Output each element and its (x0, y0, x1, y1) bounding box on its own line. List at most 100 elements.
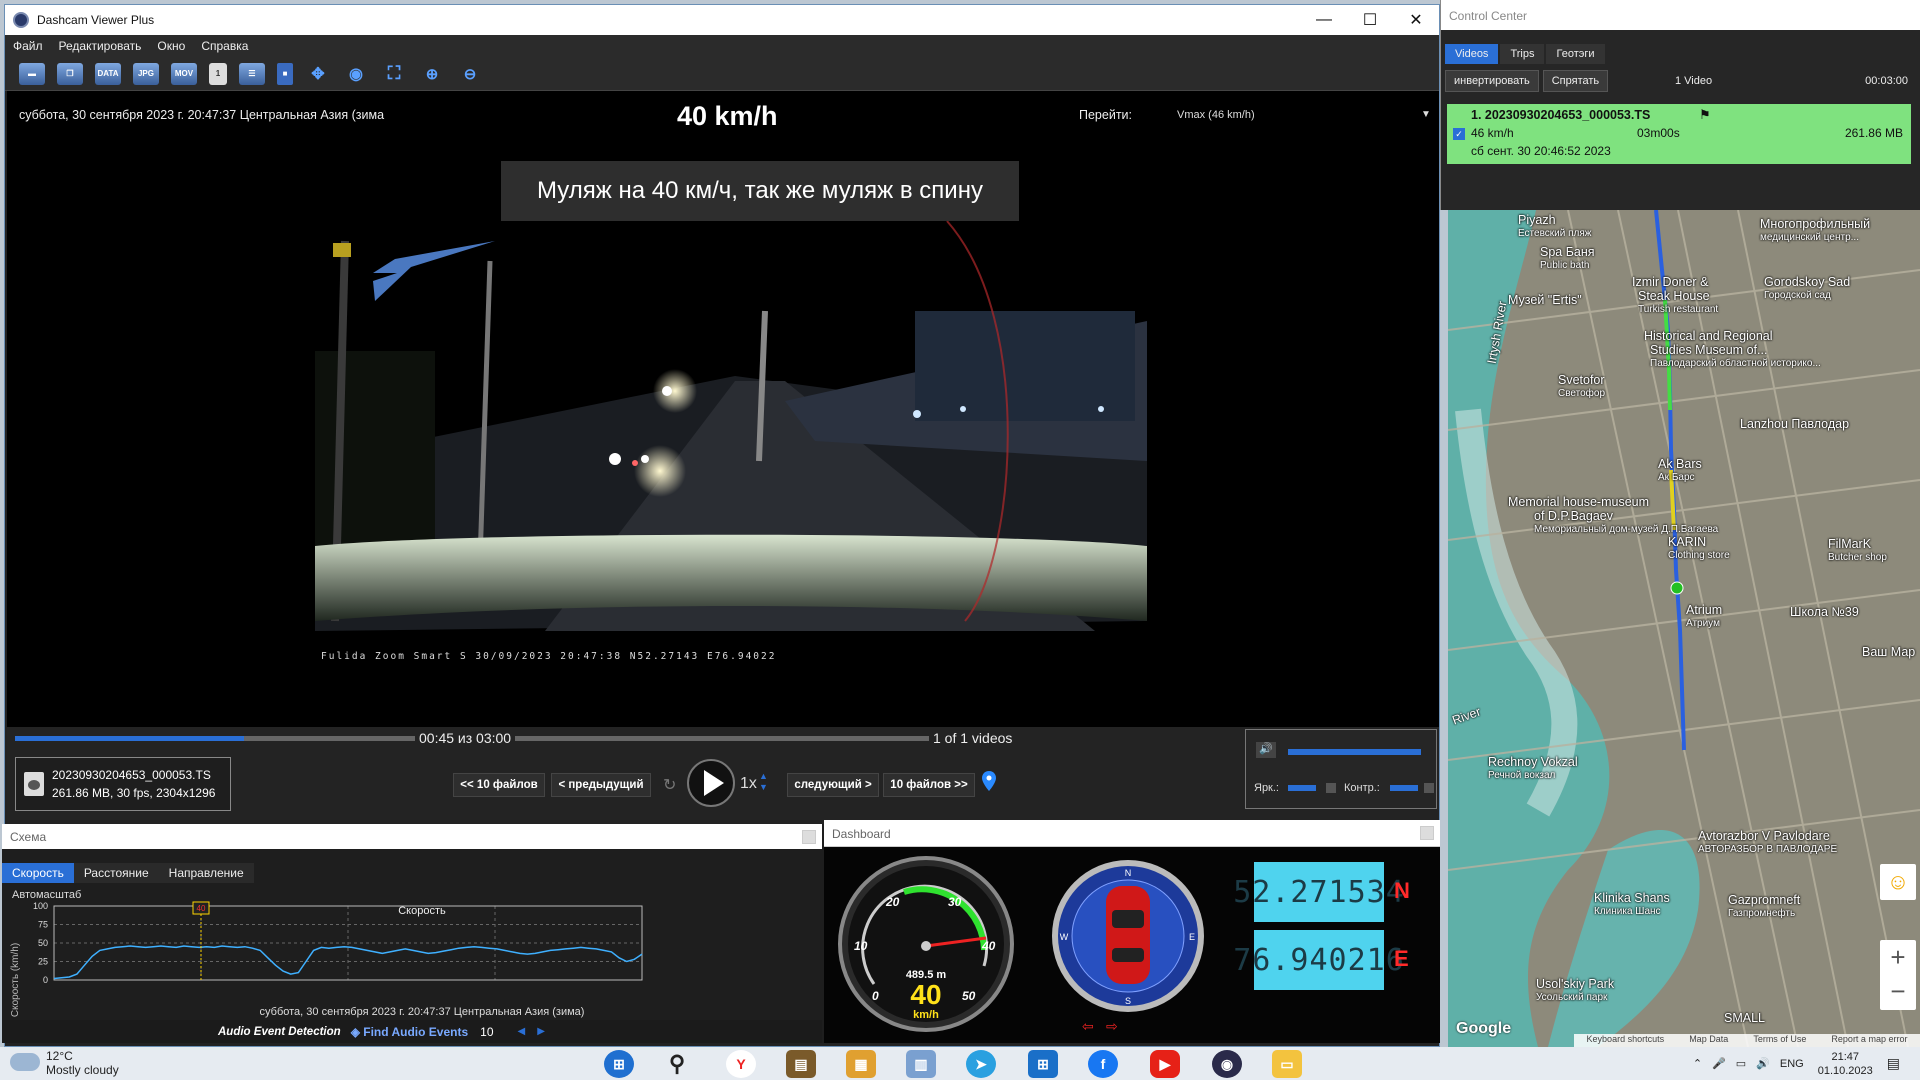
volume-tray-icon[interactable]: 🔊 (1756, 1057, 1770, 1070)
menu-window[interactable]: Окно (157, 39, 185, 53)
lock-icon[interactable]: ■ (277, 62, 293, 85)
youtube-icon[interactable]: ▶ (1150, 1050, 1180, 1078)
video-count: 1 Video (1675, 75, 1713, 87)
map-zoom-out-button[interactable]: − (1880, 974, 1916, 1008)
tab-geotags[interactable]: Геотэги (1546, 44, 1605, 64)
menu-edit[interactable]: Редактировать (59, 39, 142, 53)
map-terms-link[interactable]: Terms of Use (1753, 1034, 1806, 1047)
invert-button[interactable]: инвертировать (1445, 70, 1539, 92)
close-button[interactable]: ✕ (1393, 5, 1439, 35)
menu-help[interactable]: Справка (201, 39, 248, 53)
brightness-reset-button[interactable] (1326, 783, 1336, 793)
goto-dropdown-icon[interactable]: ▼ (1421, 109, 1431, 120)
calculator-icon[interactable]: ▥ (906, 1050, 936, 1078)
latitude-display: 52.271534 (1233, 862, 1404, 922)
record-icon[interactable]: ◉ (343, 63, 369, 85)
forward-10-files-button[interactable]: 10 файлов >> (883, 773, 975, 797)
desktop: Dashcam Viewer Plus — ☐ ✕ Файл Редактиро… (0, 0, 1920, 1080)
tab-videos[interactable]: Videos (1445, 44, 1499, 64)
map-keyboard-shortcuts-link[interactable]: Keyboard shortcuts (1587, 1034, 1665, 1047)
video-viewport[interactable]: суббота, 30 сентября 2023 г. 20:47:37 Це… (7, 91, 1439, 727)
map-report-error-link[interactable]: Report a map error (1831, 1034, 1907, 1047)
replay-icon[interactable]: ↻ (663, 775, 676, 795)
system-tray: ⌃ 🎤 ▭ 🔊 ENG 21:47 01.10.2023 ▤ (1693, 1047, 1900, 1080)
next-button[interactable]: следующий > (787, 773, 879, 797)
tray-expand-icon[interactable]: ⌃ (1693, 1057, 1702, 1070)
video-item-checkbox[interactable]: ✓ (1453, 128, 1465, 140)
contrast-reset-button[interactable] (1424, 783, 1434, 793)
dashboard-close-button[interactable] (1420, 826, 1434, 840)
map-zoom-in-button[interactable]: + (1880, 940, 1916, 974)
map-data-link[interactable]: Map Data (1689, 1034, 1728, 1047)
move-icon[interactable]: ✥ (305, 63, 331, 85)
language-indicator[interactable]: ENG (1780, 1058, 1804, 1070)
weather-widget[interactable]: 12°C Mostly cloudy (10, 1049, 119, 1077)
contrast-label: Контр.: (1344, 782, 1380, 794)
archiver-icon[interactable]: ▤ (786, 1050, 816, 1078)
tab-direction[interactable]: Направление (158, 863, 254, 883)
speaker-icon[interactable]: 🔊 (1256, 742, 1276, 758)
file-explorer-icon[interactable]: ▭ (1272, 1050, 1302, 1078)
goto-select[interactable]: Vmax (46 km/h) (1177, 109, 1255, 121)
notifications-icon[interactable]: ▤ (1887, 1055, 1900, 1072)
clock[interactable]: 21:47 01.10.2023 (1818, 1050, 1873, 1078)
progress-fill (15, 736, 244, 741)
playlist-icon[interactable]: ☰ (239, 62, 265, 85)
zoom-out-icon[interactable]: ⊖ (457, 63, 483, 85)
audio-prev-icon[interactable]: ◀ (518, 1026, 526, 1037)
turn-left-icon: ⇦ (1082, 1018, 1094, 1034)
minimize-button[interactable]: — (1301, 5, 1347, 35)
open-folder-icon[interactable]: ▬ (19, 62, 45, 85)
brightness-slider[interactable] (1288, 785, 1316, 791)
store-icon[interactable]: ⊞ (1028, 1050, 1058, 1078)
search-icon[interactable]: ⚲ (662, 1050, 692, 1078)
map-pin-icon[interactable] (982, 771, 996, 791)
microphone-icon[interactable]: 🎤 (1712, 1057, 1726, 1070)
previous-button[interactable]: < предыдущий (551, 773, 651, 797)
back-10-files-button[interactable]: << 10 файлов (453, 773, 545, 797)
hide-button[interactable]: Спрятать (1542, 70, 1609, 92)
map-label-vashmar: Ваш Мар (1862, 645, 1916, 659)
maximize-button[interactable]: ☐ (1347, 5, 1393, 35)
contrast-slider[interactable] (1390, 785, 1418, 791)
start-button-icon[interactable]: ⊞ (604, 1050, 634, 1078)
facebook-icon[interactable]: f (1088, 1050, 1118, 1078)
export-data-icon[interactable]: DATA (95, 62, 121, 85)
network-icon[interactable]: ▭ (1736, 1057, 1746, 1070)
dashboard-header: Dashboard (824, 820, 1440, 847)
fit-screen-icon[interactable]: ⛶ (381, 63, 407, 85)
app-logo-icon (13, 12, 29, 28)
video-list-item[interactable]: 1. 20230930204653_000053.TS ⚑ ✓ 46 km/h … (1447, 104, 1911, 164)
files-app-icon[interactable]: ▦ (846, 1050, 876, 1078)
gauge-speed: 40 (910, 979, 941, 1010)
zoom-in-icon[interactable]: ⊕ (419, 63, 445, 85)
find-audio-events-button[interactable]: ◈ Find Audio Events (351, 1025, 468, 1039)
yandex-browser-icon[interactable]: Y (726, 1050, 756, 1078)
audio-next-icon[interactable]: ▶ (537, 1026, 545, 1037)
single-view-icon[interactable]: 1 (209, 62, 227, 85)
total-duration: 00:03:00 (1865, 75, 1908, 87)
tab-distance[interactable]: Расстояние (73, 863, 159, 883)
volume-slider[interactable] (1288, 749, 1421, 755)
menu-file[interactable]: Файл (13, 39, 43, 53)
map-label-rechnoy: Rechnoy Vokzal Речной вокзал (1488, 755, 1578, 782)
telegram-icon[interactable]: ➤ (966, 1050, 996, 1078)
video-item-date: сб сент. 30 20:46:52 2023 (1471, 144, 1611, 158)
speed-chart[interactable]: Скорость Скорость (km/h) суббота, 30 сен… (2, 900, 822, 1020)
tab-trips[interactable]: Trips (1500, 44, 1545, 64)
car-icon (1106, 886, 1150, 984)
video-file-icon (24, 772, 44, 796)
schema-close-button[interactable] (802, 830, 816, 844)
copy-files-icon[interactable]: ❐ (57, 62, 83, 85)
dashcam-viewer-taskbar-icon[interactable]: ◉ (1212, 1050, 1242, 1078)
tab-speed[interactable]: Скорость (2, 863, 74, 883)
export-mov-icon[interactable]: MOV (171, 62, 197, 85)
rate-stepper-icon[interactable]: ▲ ▼ (759, 771, 768, 793)
cloud-icon (10, 1053, 40, 1071)
play-button[interactable] (687, 759, 735, 807)
map-view[interactable]: Piyazh Естевский пляж Spa Баня Public bath… (1448, 210, 1920, 1047)
audio-threshold-input[interactable]: 10 (480, 1025, 493, 1039)
street-view-icon[interactable]: ☺ (1880, 864, 1916, 900)
gauge-tick-40: 40 (981, 939, 996, 953)
export-jpg-icon[interactable]: JPG (133, 62, 159, 85)
